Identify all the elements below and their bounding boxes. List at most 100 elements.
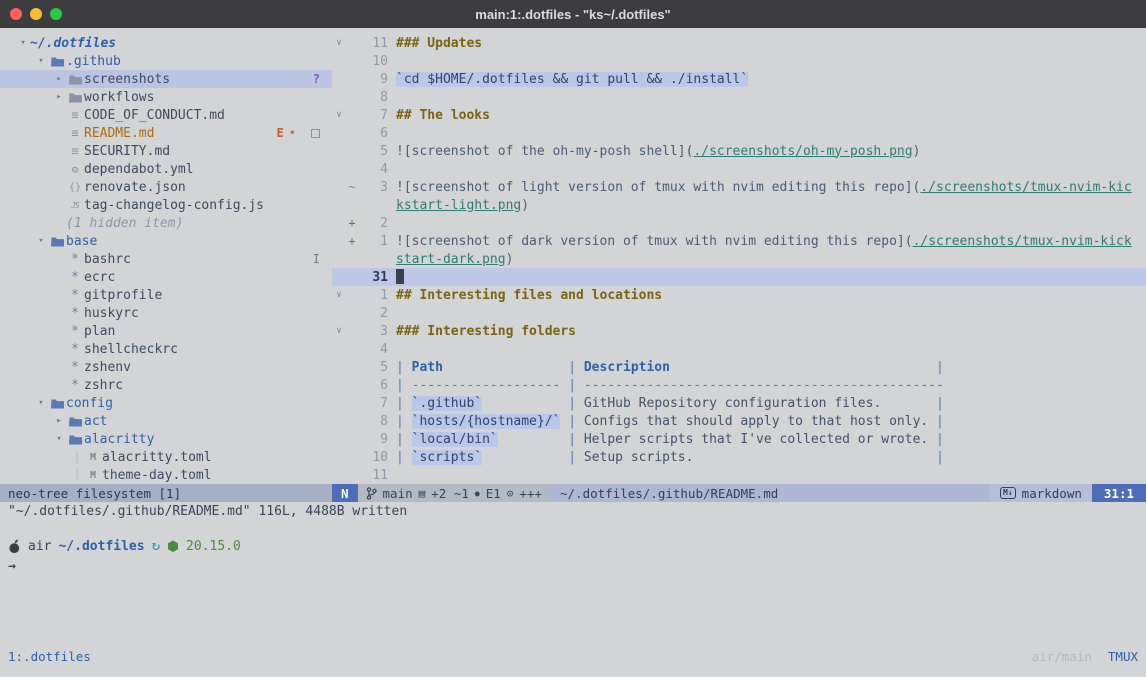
folder-icon [51, 398, 64, 409]
sidebar-item-readme.md[interactable]: ≡README.mdE• [0, 124, 332, 142]
editor-line[interactable]: 11 [332, 466, 1146, 484]
minimize-button[interactable] [30, 8, 42, 20]
sidebar-item-zshenv[interactable]: *zshenv [0, 358, 332, 376]
sidebar-item-ecrc[interactable]: *ecrc [0, 268, 332, 286]
fold-icon: ∨ [332, 110, 346, 120]
chevron-down-icon: ▾ [34, 236, 48, 246]
prompt-arrow-icon: → [8, 559, 16, 574]
cursor-position-badge: 31:1 [1092, 484, 1146, 502]
line-text: | ------------------- | ----------------… [388, 378, 1146, 393]
editor-line[interactable]: 8| `hosts/{hostname}/` | Configs that sh… [332, 412, 1146, 430]
folder-icon [66, 434, 84, 445]
sidebar-item-bashrc[interactable]: *bashrcI [0, 250, 332, 268]
line-number: 2 [358, 306, 388, 321]
sidebar-item-gitprofile[interactable]: *gitprofile [0, 286, 332, 304]
line-text: `cd $HOME/.dotfiles && git pull && ./ins… [388, 72, 1146, 87]
item-label: ~/.dotfiles [30, 36, 116, 51]
sidebar-item-theme-day.toml[interactable]: │Mtheme-day.toml [0, 466, 332, 484]
sidebar-item-security.md[interactable]: ≡SECURITY.md [0, 142, 332, 160]
sidebar-item-tag-changelog-config.js[interactable]: JStag-changelog-config.js [0, 196, 332, 214]
shell-file-icon: * [66, 306, 84, 321]
shell-file-icon: * [66, 288, 84, 303]
item-label: ecrc [84, 270, 115, 285]
sidebar-item-renovate.json[interactable]: {}renovate.json [0, 178, 332, 196]
item-label: act [84, 414, 107, 429]
folder-icon [69, 434, 82, 445]
sidebar-item-dependabot.yml[interactable]: ⚙dependabot.yml [0, 160, 332, 178]
editor-line[interactable]: 8 [332, 88, 1146, 106]
sidebar-item-config[interactable]: ▾config [0, 394, 332, 412]
line-text: ![screenshot of dark version of tmux wit… [388, 234, 1146, 249]
editor-line[interactable]: ∨1## Interesting files and locations [332, 286, 1146, 304]
toml-file-icon: M [84, 470, 102, 481]
item-label: README.md [84, 126, 154, 141]
sidebar-item-plan[interactable]: *plan [0, 322, 332, 340]
shell-input-line[interactable]: → [0, 556, 1146, 576]
js-file-icon: JS [66, 201, 84, 210]
tmux-window-item[interactable]: 1:.dotfiles [8, 649, 91, 664]
sidebar-item-zshrc[interactable]: *zshrc [0, 376, 332, 394]
editor-line[interactable]: 5| Path | Description | [332, 358, 1146, 376]
editor-line[interactable]: 10 [332, 52, 1146, 70]
sidebar-item-code-of-conduct.md[interactable]: ≡CODE_OF_CONDUCT.md [0, 106, 332, 124]
editor-buffer[interactable]: ∨11### Updates109`cd $HOME/.dotfiles && … [332, 28, 1146, 484]
prompt-host: air [28, 539, 51, 554]
editor-line[interactable]: 10| `scripts` | Setup scripts. | [332, 448, 1146, 466]
editor-line[interactable]: kstart-light.png) [332, 196, 1146, 214]
line-number: 31 [358, 270, 388, 285]
sidebar-item-alacritty[interactable]: ▾alacritty [0, 430, 332, 448]
editor-line[interactable]: ∨11### Updates [332, 34, 1146, 52]
vim-command-line: "~/.dotfiles/.github/README.md" 116L, 44… [0, 502, 1146, 520]
editor-line[interactable]: start-dark.png) [332, 250, 1146, 268]
editor-line[interactable]: 4 [332, 340, 1146, 358]
editor-line[interactable]: 9`cd $HOME/.dotfiles && git pull && ./in… [332, 70, 1146, 88]
chevron-right-icon: ▸ [52, 416, 66, 426]
prompt-path: ~/.dotfiles [58, 539, 144, 554]
editor-line[interactable]: 4 [332, 160, 1146, 178]
editor-line[interactable]: 5![screenshot of the oh-my-posh shell](.… [332, 142, 1146, 160]
sidebar-item-alacritty.toml[interactable]: │Malacritty.toml [0, 448, 332, 466]
line-number: 2 [358, 216, 388, 231]
editor-line[interactable]: 31 [332, 268, 1146, 286]
editor-line[interactable]: +2 [332, 214, 1146, 232]
git-sign: ~ [346, 180, 358, 194]
apple-icon [8, 539, 21, 554]
line-number: 4 [358, 342, 388, 357]
line-text: | `hosts/{hostname}/` | Configs that sho… [388, 414, 1146, 429]
line-text: ## The looks [388, 108, 1146, 123]
sidebar-item-screenshots[interactable]: ▸screenshots? [0, 70, 332, 88]
editor-line[interactable]: ∨7## The looks [332, 106, 1146, 124]
editor-line[interactable]: +1![screenshot of dark version of tmux w… [332, 232, 1146, 250]
line-text [388, 269, 1146, 285]
item-label: workflows [84, 90, 154, 105]
sidebar-item-.github[interactable]: ▾.github [0, 52, 332, 70]
sidebar-item-base[interactable]: ▾base [0, 232, 332, 250]
sidebar-item--.dotfiles[interactable]: ▾~/.dotfiles [0, 34, 332, 52]
editor-line[interactable]: 9| `local/bin` | Helper scripts that I'v… [332, 430, 1146, 448]
vim-mode-indicator: N [332, 484, 358, 502]
item-label: .github [66, 54, 121, 69]
folder-icon [66, 92, 84, 103]
close-button[interactable] [10, 8, 22, 20]
item-label: screenshots [84, 72, 170, 87]
fold-icon: ∨ [332, 326, 346, 336]
shell-file-icon: * [66, 270, 84, 285]
sidebar-item--1-hidden-item-[interactable]: (1 hidden item) [0, 214, 332, 232]
editor-line[interactable]: 2 [332, 304, 1146, 322]
item-label: SECURITY.md [84, 144, 170, 159]
sidebar-item-shellcheckrc[interactable]: *shellcheckrc [0, 340, 332, 358]
editor-line[interactable]: ∨3### Interesting folders [332, 322, 1146, 340]
editor-line[interactable]: 6 [332, 124, 1146, 142]
sidebar-item-act[interactable]: ▸ act [0, 412, 332, 430]
editor-line[interactable]: 6| ------------------- | ---------------… [332, 376, 1146, 394]
line-text: ![screenshot of the oh-my-posh shell](./… [388, 144, 1146, 159]
editor-line[interactable]: 7| `.github` | GitHub Repository configu… [332, 394, 1146, 412]
sidebar-item-workflows[interactable]: ▸workflows [0, 88, 332, 106]
line-number: 8 [358, 414, 388, 429]
zoom-button[interactable] [50, 8, 62, 20]
shell-file-icon: * [66, 378, 84, 393]
item-label: alacritty.toml [102, 450, 212, 465]
sidebar-item-huskyrc[interactable]: *huskyrc [0, 304, 332, 322]
editor-line[interactable]: ~3![screenshot of light version of tmux … [332, 178, 1146, 196]
line-text: ### Updates [388, 36, 1146, 51]
